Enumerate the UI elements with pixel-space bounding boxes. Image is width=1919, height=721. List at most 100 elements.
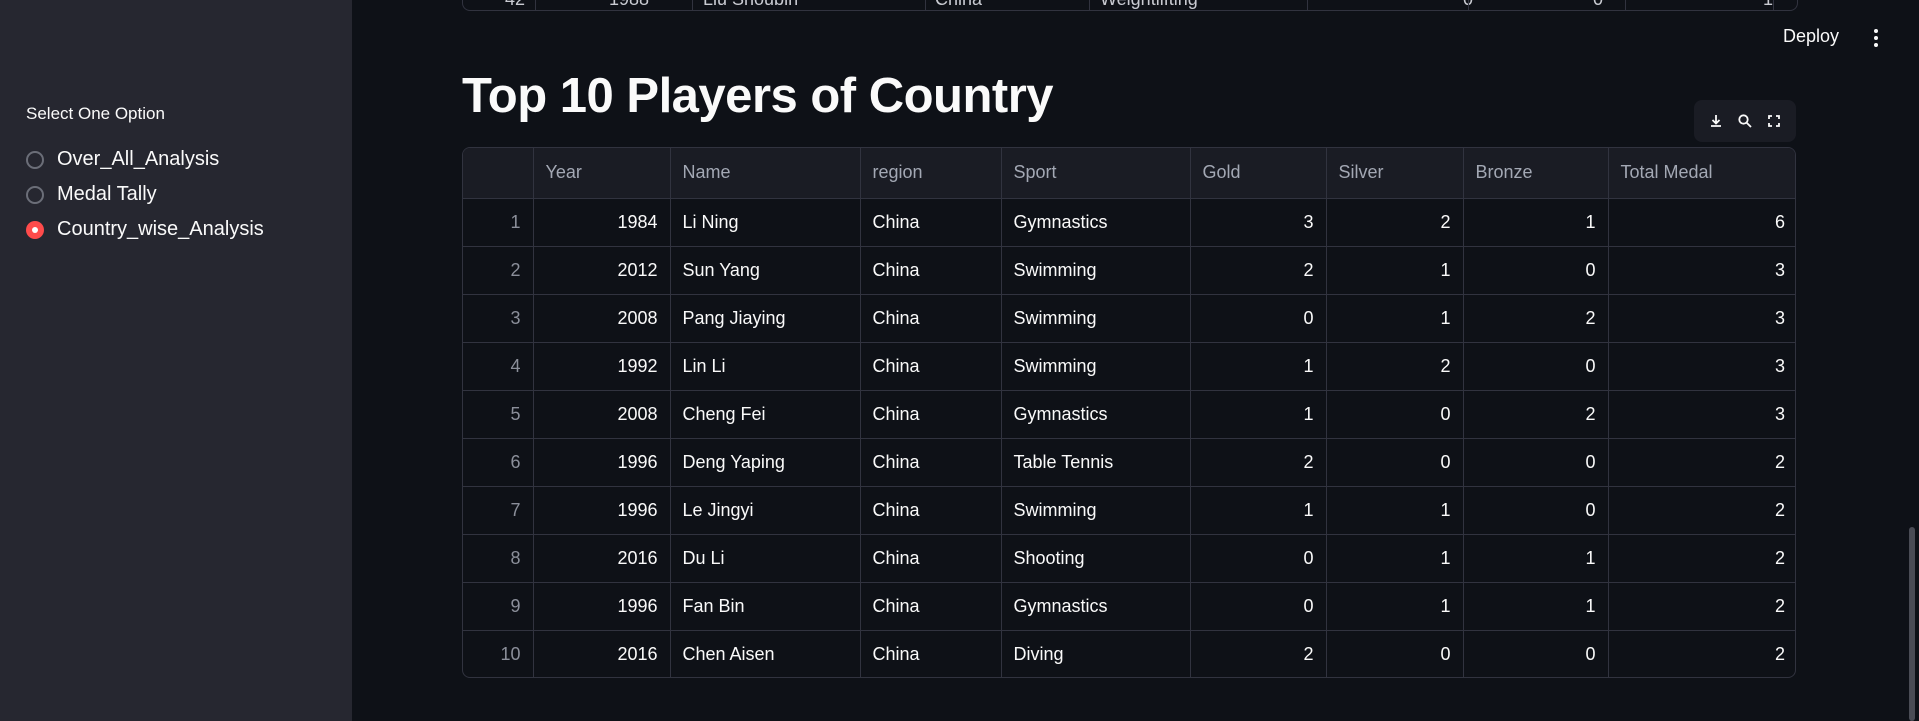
cell-bronze[interactable]: 1: [1463, 198, 1609, 247]
more-options-icon[interactable]: [1866, 26, 1886, 50]
cell-index[interactable]: 1: [463, 198, 534, 247]
cell-region[interactable]: China: [860, 342, 1002, 391]
cell-region[interactable]: China: [860, 294, 1002, 343]
cell-bronze[interactable]: 0: [1463, 630, 1609, 677]
search-icon[interactable]: [1734, 110, 1756, 132]
cell-region[interactable]: China: [860, 390, 1002, 439]
cell-name[interactable]: Lin Li: [670, 342, 861, 391]
cell-bronze[interactable]: 1: [1463, 582, 1609, 631]
download-icon[interactable]: [1705, 110, 1727, 132]
column-header-gold[interactable]: Gold: [1190, 148, 1327, 199]
cell-sport[interactable]: Table Tennis: [1001, 438, 1191, 487]
table-row[interactable]: 8 2016 Du Li China Shooting 0 1 1 2: [463, 534, 1795, 583]
cell-year[interactable]: 2012: [533, 246, 671, 295]
cell-index[interactable]: 8: [463, 534, 534, 583]
cell-bronze[interactable]: 0: [1463, 438, 1609, 487]
table-row[interactable]: 9 1996 Fan Bin China Gymnastics 0 1 1 2: [463, 582, 1795, 631]
cell-silver[interactable]: 0: [1326, 390, 1464, 439]
table-row[interactable]: 7 1996 Le Jingyi China Swimming 1 1 0 2: [463, 486, 1795, 535]
table-row[interactable]: 5 2008 Cheng Fei China Gymnastics 1 0 2 3: [463, 390, 1795, 439]
cell-region[interactable]: China: [860, 630, 1002, 677]
cell-index[interactable]: 4: [463, 342, 534, 391]
cell-total-medal[interactable]: 6: [1608, 198, 1795, 247]
cell-gold[interactable]: 2: [1190, 630, 1327, 677]
cell-silver[interactable]: 1: [1326, 486, 1464, 535]
cell-silver[interactable]: 2: [1326, 198, 1464, 247]
cell-bronze[interactable]: 0: [1463, 246, 1609, 295]
cell-year[interactable]: 1984: [533, 198, 671, 247]
cell-name[interactable]: Li Ning: [670, 198, 861, 247]
column-header-index[interactable]: [463, 148, 534, 199]
cell-name[interactable]: Fan Bin: [670, 582, 861, 631]
cell-year[interactable]: 2008: [533, 390, 671, 439]
cell-region[interactable]: China: [860, 534, 1002, 583]
cell-region[interactable]: China: [860, 246, 1002, 295]
cell-gold[interactable]: 3: [1190, 198, 1327, 247]
cell-sport[interactable]: Swimming: [1001, 342, 1191, 391]
cell-gold[interactable]: 2: [1190, 246, 1327, 295]
cell-year[interactable]: 2016: [533, 534, 671, 583]
cell-index[interactable]: 5: [463, 390, 534, 439]
table-row[interactable]: 10 2016 Chen Aisen China Diving 2 0 0 2: [463, 630, 1795, 677]
cell-gold[interactable]: 1: [1190, 390, 1327, 439]
cell-sport[interactable]: Gymnastics: [1001, 198, 1191, 247]
cell-name[interactable]: Du Li: [670, 534, 861, 583]
cell-silver[interactable]: 2: [1326, 342, 1464, 391]
cell-name[interactable]: Le Jingyi: [670, 486, 861, 535]
cell-year[interactable]: 1996: [533, 582, 671, 631]
cell-silver[interactable]: 0: [1326, 438, 1464, 487]
cell-silver[interactable]: 1: [1326, 582, 1464, 631]
column-header-bronze[interactable]: Bronze: [1463, 148, 1609, 199]
cell-region[interactable]: China: [860, 582, 1002, 631]
column-header-total-medal[interactable]: Total Medal: [1608, 148, 1795, 199]
cell-sport[interactable]: Swimming: [1001, 294, 1191, 343]
players-dataframe[interactable]: Year Name region Sport Gold Silver Bronze Total…: [462, 147, 1796, 678]
radio-option-over-all-analysis[interactable]: Over_All_Analysis: [26, 142, 264, 177]
cell-index[interactable]: 6: [463, 438, 534, 487]
cell-sport[interactable]: Gymnastics: [1001, 390, 1191, 439]
cell-total-medal[interactable]: 3: [1608, 246, 1795, 295]
cell-silver[interactable]: 1: [1326, 294, 1464, 343]
cell-index[interactable]: 2: [463, 246, 534, 295]
column-header-silver[interactable]: Silver: [1326, 148, 1464, 199]
scrollbar-thumb[interactable]: [1909, 527, 1915, 721]
cell-gold[interactable]: 1: [1190, 342, 1327, 391]
cell-total-medal[interactable]: 2: [1608, 582, 1795, 631]
cell-name[interactable]: Cheng Fei: [670, 390, 861, 439]
cell-name[interactable]: Chen Aisen: [670, 630, 861, 677]
cell-index[interactable]: 3: [463, 294, 534, 343]
cell-total-medal[interactable]: 2: [1608, 534, 1795, 583]
column-header-year[interactable]: Year: [533, 148, 671, 199]
cell-total-medal[interactable]: 3: [1608, 294, 1795, 343]
cell-gold[interactable]: 0: [1190, 534, 1327, 583]
cell-year[interactable]: 2016: [533, 630, 671, 677]
cell-silver[interactable]: 1: [1326, 246, 1464, 295]
column-header-sport[interactable]: Sport: [1001, 148, 1191, 199]
cell-gold[interactable]: 1: [1190, 486, 1327, 535]
cell-region[interactable]: China: [860, 438, 1002, 487]
column-header-name[interactable]: Name: [670, 148, 861, 199]
cell-bronze[interactable]: 1: [1463, 534, 1609, 583]
cell-index[interactable]: 9: [463, 582, 534, 631]
table-row[interactable]: 6 1996 Deng Yaping China Table Tennis 2 0 0 2: [463, 438, 1795, 487]
cell-sport[interactable]: Swimming: [1001, 246, 1191, 295]
cell-bronze[interactable]: 2: [1463, 390, 1609, 439]
page-scrollbar[interactable]: [1907, 0, 1919, 721]
cell-sport[interactable]: Shooting: [1001, 534, 1191, 583]
fullscreen-icon[interactable]: [1763, 110, 1785, 132]
table-row[interactable]: 3 2008 Pang Jiaying China Swimming 0 1 2 3: [463, 294, 1795, 343]
cell-bronze[interactable]: 0: [1463, 342, 1609, 391]
cell-year[interactable]: 1996: [533, 438, 671, 487]
cell-name[interactable]: Pang Jiaying: [670, 294, 861, 343]
cell-index[interactable]: 10: [463, 630, 534, 677]
cell-gold[interactable]: 2: [1190, 438, 1327, 487]
cell-total-medal[interactable]: 2: [1608, 486, 1795, 535]
cell-name[interactable]: Sun Yang: [670, 246, 861, 295]
cell-sport[interactable]: Swimming: [1001, 486, 1191, 535]
cell-gold[interactable]: 0: [1190, 294, 1327, 343]
cell-year[interactable]: 1992: [533, 342, 671, 391]
cell-bronze[interactable]: 2: [1463, 294, 1609, 343]
cell-sport[interactable]: Diving: [1001, 630, 1191, 677]
cell-index[interactable]: 7: [463, 486, 534, 535]
cell-total-medal[interactable]: 2: [1608, 438, 1795, 487]
